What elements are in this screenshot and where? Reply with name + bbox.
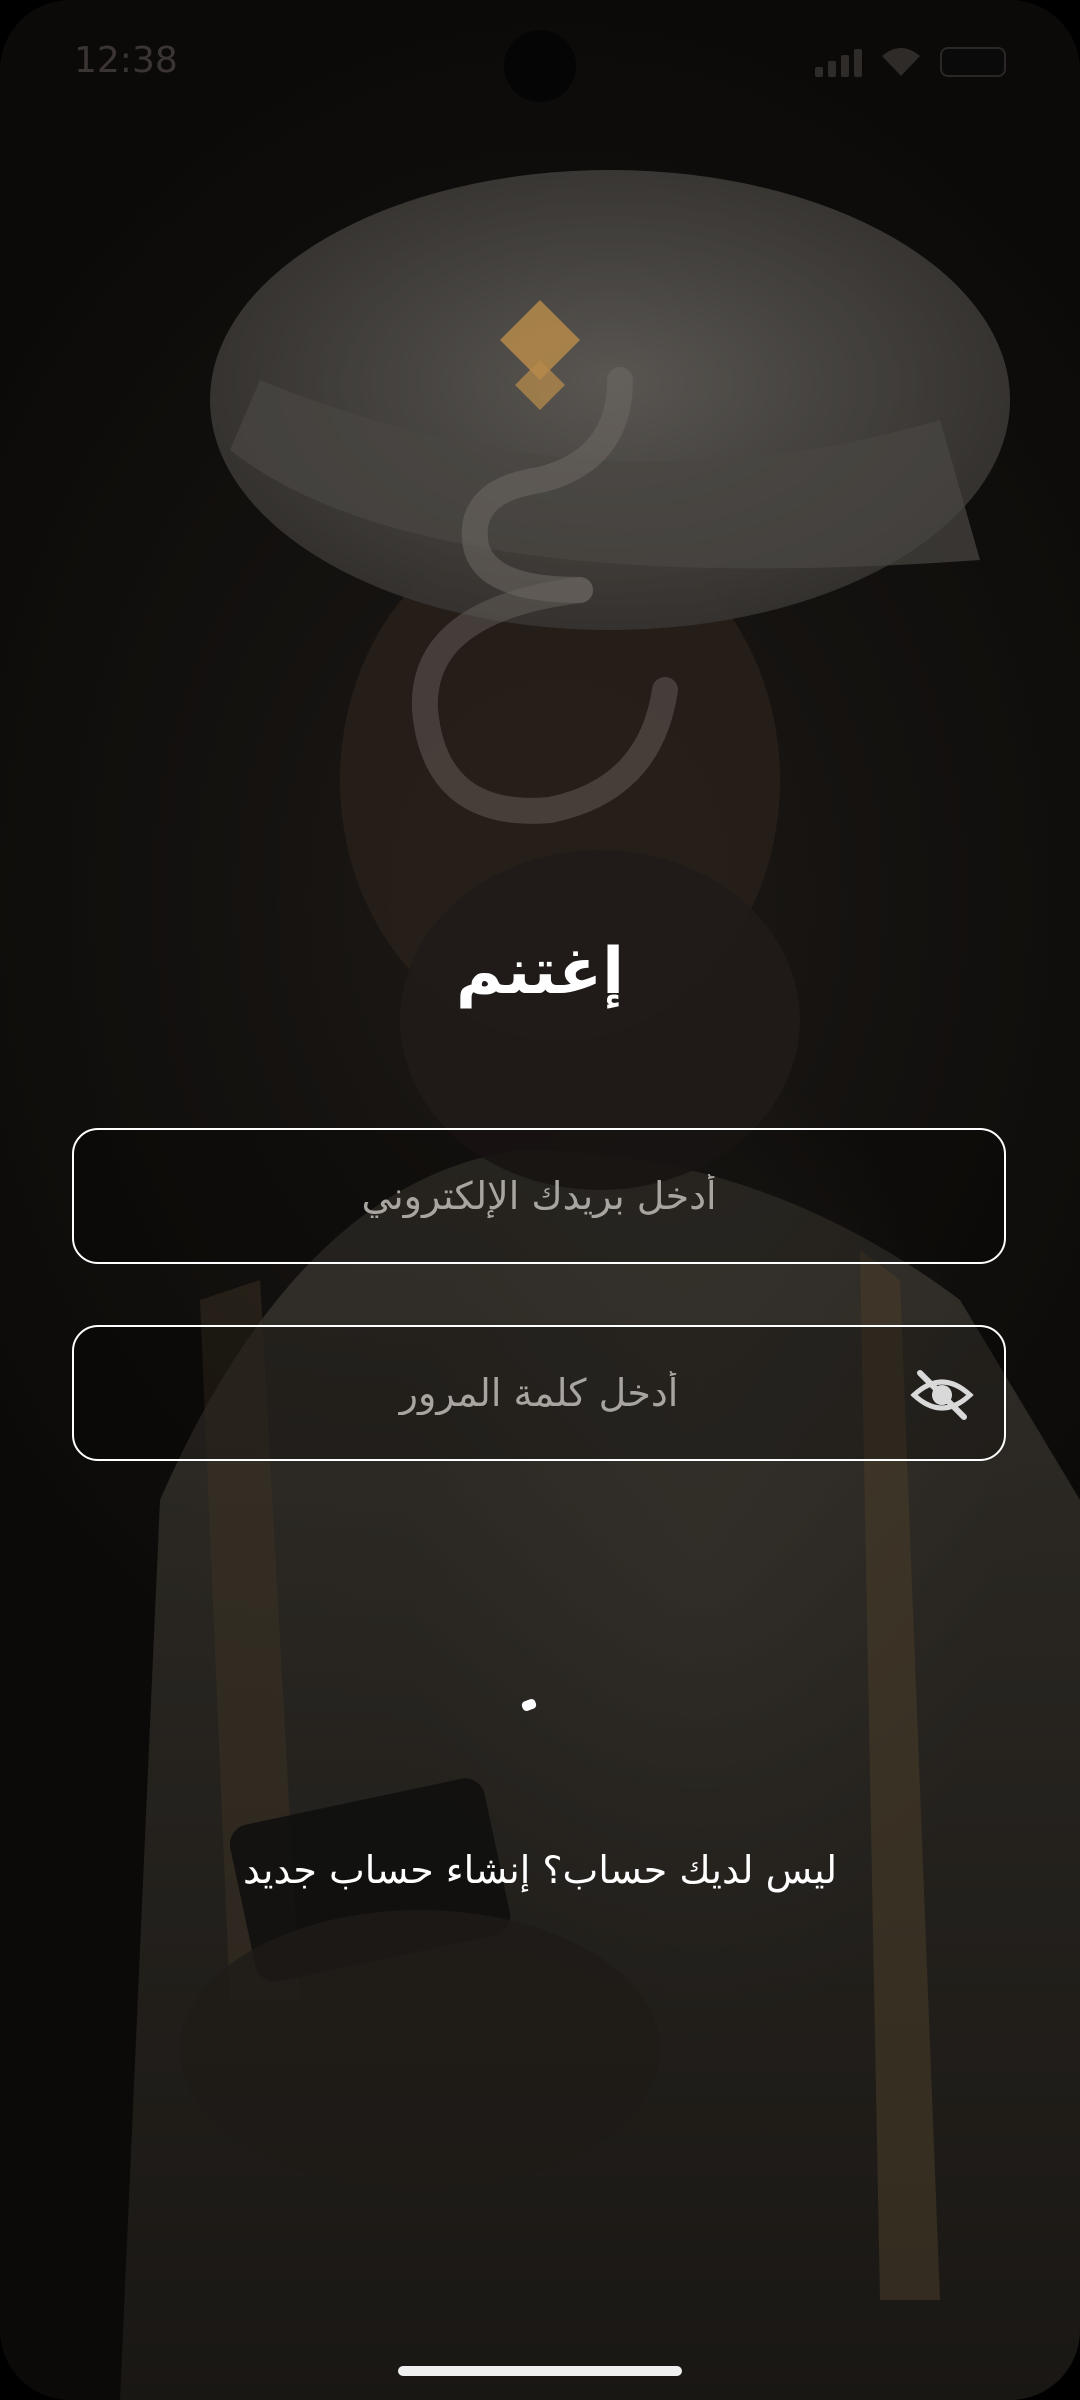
email-field[interactable] <box>72 1128 1006 1264</box>
status-time: 12:38 <box>74 40 178 81</box>
battery-icon <box>940 47 1006 77</box>
signup-prompt: ليس لديك حساب؟ إنشاء حساب جديد <box>0 1848 1080 1892</box>
signal-icon <box>815 47 862 77</box>
password-field[interactable] <box>72 1325 1006 1461</box>
home-indicator[interactable] <box>398 2366 682 2376</box>
eye-off-icon[interactable] <box>910 1363 974 1427</box>
app-title: إغتنم <box>455 935 625 1009</box>
signup-question: ليس لديك حساب؟ <box>542 1848 838 1892</box>
create-account-link[interactable]: إنشاء حساب جديد <box>243 1848 530 1892</box>
app-logo <box>411 300 678 824</box>
wifi-icon <box>882 48 920 76</box>
email-input[interactable] <box>74 1130 1004 1262</box>
status-bar: 12:38 <box>0 0 1080 130</box>
camera-cutout <box>504 30 576 102</box>
login-screen: 12:38 إغتنم لي <box>0 0 1080 2400</box>
system-icons <box>815 46 1006 78</box>
password-input[interactable] <box>74 1327 1004 1459</box>
